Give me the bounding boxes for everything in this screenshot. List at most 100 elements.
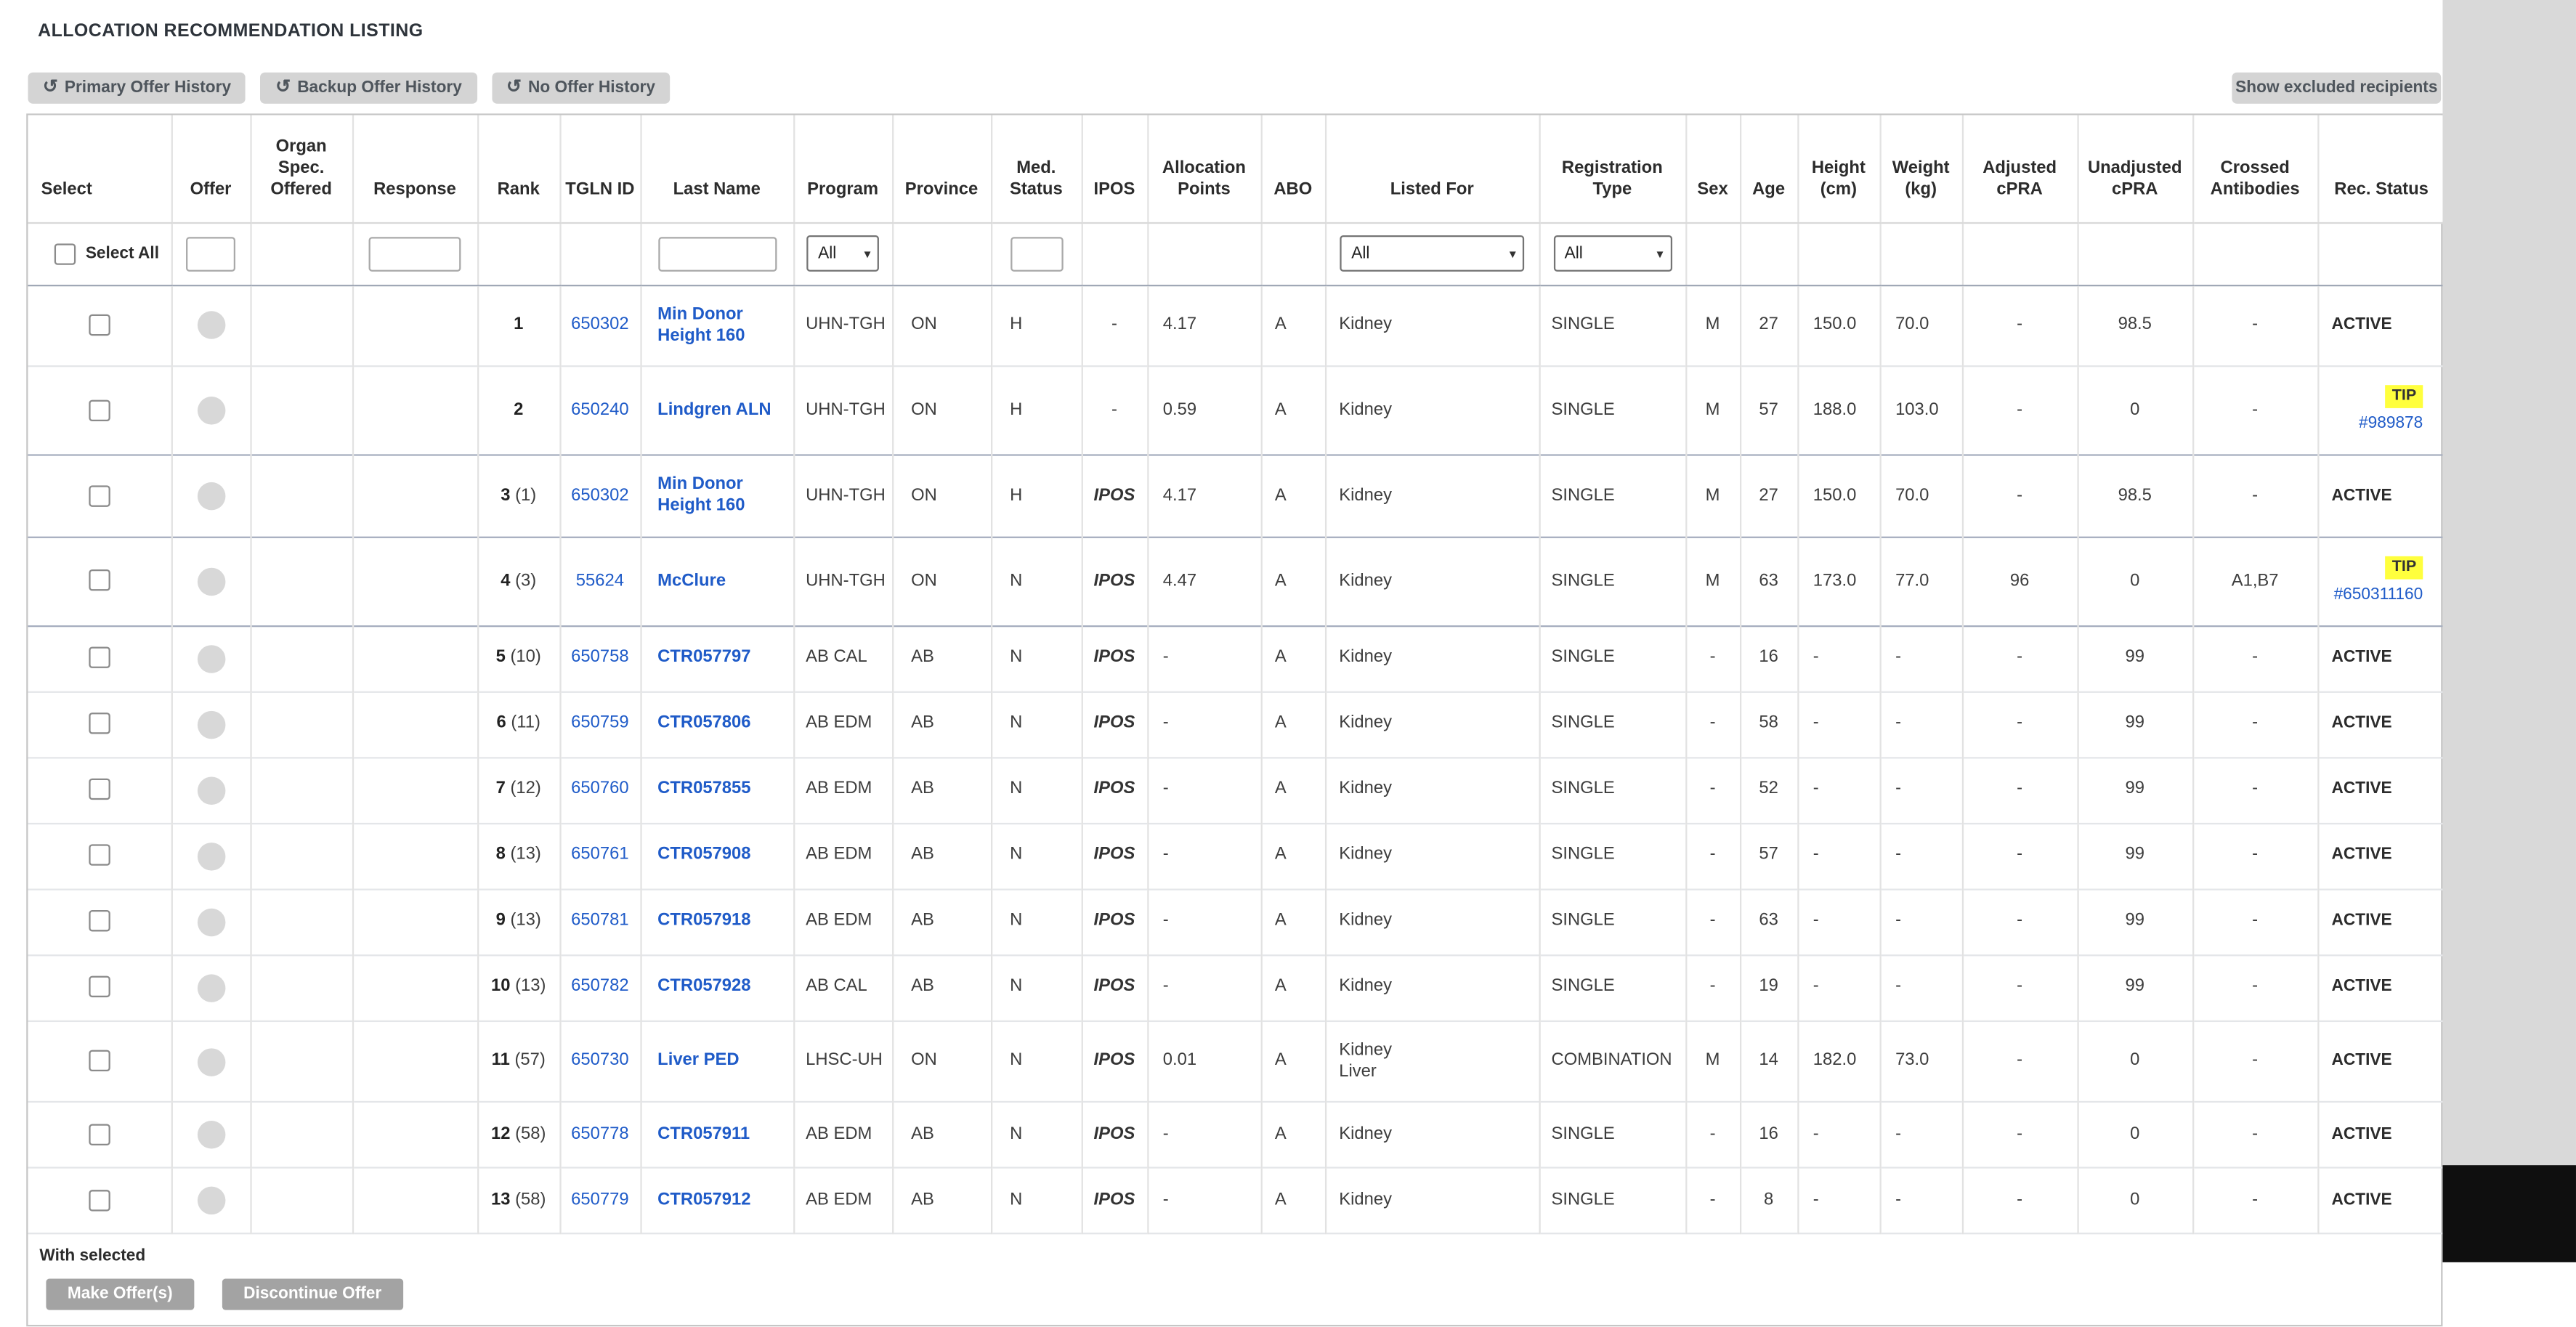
table-row: 2650240Lindgren ALNUHN-TGHONH-0.59AKidne… (28, 367, 2445, 455)
tip-number-link[interactable]: #650311160 (2334, 585, 2423, 606)
row-checkbox[interactable] (89, 779, 110, 800)
filter-row: Select All All▾ All▾ All▾ (28, 222, 2445, 285)
backup-offer-history-button[interactable]: ↺ Backup Offer History (261, 73, 477, 104)
filter-input-med_status[interactable] (1010, 236, 1063, 271)
last-name-link[interactable]: Min Donor Height 160 (657, 474, 745, 516)
cell-med_status: H (991, 367, 1082, 455)
row-checkbox[interactable] (89, 713, 110, 734)
filter-select-registration_type[interactable]: All▾ (1553, 235, 1672, 272)
offer-radio[interactable] (197, 908, 225, 936)
tgln-id-link[interactable]: 650782 (571, 976, 628, 996)
row-checkbox[interactable] (89, 976, 110, 997)
select-all-checkbox[interactable] (54, 243, 76, 264)
offer-radio[interactable] (197, 973, 225, 1002)
with-selected-label: With selected (28, 1249, 2442, 1267)
last-name-link[interactable]: Liver PED (657, 1050, 739, 1070)
last-name-link[interactable]: CTR057918 (657, 911, 750, 930)
filter-input-response[interactable] (369, 236, 461, 271)
offer-radio[interactable] (197, 397, 225, 426)
offer-radio[interactable] (197, 1047, 225, 1076)
tgln-id-link[interactable]: 650302 (571, 485, 628, 505)
filter-select-listed_for[interactable]: All▾ (1340, 235, 1524, 272)
last-name-link[interactable]: CTR057928 (657, 976, 750, 996)
cell-organ_spec (250, 691, 352, 758)
offer-radio[interactable] (197, 482, 225, 511)
last-name-link[interactable]: CTR057806 (657, 713, 750, 733)
column-header-age: Age (1740, 115, 1797, 222)
last-name-link[interactable]: CTR057855 (657, 779, 750, 799)
tgln-id-link[interactable]: 650760 (571, 779, 628, 799)
no-offer-history-button[interactable]: ↺ No Offer History (492, 73, 671, 104)
tgln-id-link[interactable]: 650240 (571, 400, 628, 420)
tgln-id-link[interactable]: 650778 (571, 1124, 628, 1144)
last-name-link[interactable]: CTR057912 (657, 1190, 750, 1210)
filter-input-last_name[interactable] (657, 236, 776, 271)
offer-radio[interactable] (197, 1121, 225, 1150)
row-checkbox[interactable] (89, 314, 110, 336)
tgln-id-link[interactable]: 650781 (571, 911, 628, 930)
last-name-link[interactable]: Lindgren ALN (657, 400, 771, 420)
row-checkbox[interactable] (89, 647, 110, 668)
cell-rank: 3 (1) (477, 455, 559, 537)
cell-last_name: CTR057855 (640, 757, 793, 823)
show-excluded-recipients-button[interactable]: Show excluded recipients (2232, 73, 2441, 104)
filter-cell-rank (477, 222, 559, 285)
cell-unadjusted_cpra: 0 (2077, 537, 2192, 626)
offer-radio[interactable] (197, 842, 225, 870)
cell-select (28, 1020, 171, 1103)
last-name-link[interactable]: Min Donor Height 160 (657, 304, 745, 346)
tgln-id-link[interactable]: 650758 (571, 647, 628, 667)
cell-offer (171, 1169, 251, 1235)
cell-province: AB (892, 1103, 991, 1169)
tgln-id-link[interactable]: 650730 (571, 1050, 628, 1070)
offer-radio[interactable] (197, 312, 225, 340)
tgln-id-link[interactable]: 650761 (571, 845, 628, 864)
cell-height: - (1797, 1103, 1879, 1169)
filter-cell-med_status (991, 222, 1082, 285)
tgln-id-link[interactable]: 650779 (571, 1190, 628, 1210)
filter-input-offer[interactable] (186, 236, 235, 271)
cell-registration_type: SINGLE (1539, 1103, 1686, 1169)
row-checkbox[interactable] (89, 570, 110, 591)
offer-radio[interactable] (197, 776, 225, 805)
filter-cell-rec_status (2317, 222, 2444, 285)
offer-radio[interactable] (197, 567, 225, 596)
offer-radio[interactable] (197, 644, 225, 673)
offer-radio[interactable] (197, 710, 225, 739)
cell-select (28, 823, 171, 889)
cell-tgln_id: 650302 (559, 285, 640, 367)
row-checkbox[interactable] (89, 911, 110, 932)
filter-cell-offer (171, 222, 251, 285)
cell-listed_for: Kidney (1325, 455, 1539, 537)
tgln-id-link[interactable]: 650759 (571, 713, 628, 733)
offer-radio[interactable] (197, 1188, 225, 1216)
row-checkbox[interactable] (89, 1050, 110, 1071)
last-name-link[interactable]: CTR057797 (657, 647, 750, 667)
cell-age: 27 (1740, 455, 1797, 537)
cell-adjusted_cpra: - (1962, 1103, 2078, 1169)
cell-last_name: CTR057918 (640, 889, 793, 955)
column-header-sex: Sex (1685, 115, 1740, 222)
row-checkbox[interactable] (89, 1124, 110, 1145)
cell-height: - (1797, 823, 1879, 889)
tgln-id-link[interactable]: 650302 (571, 314, 628, 334)
cell-unadjusted_cpra: 0 (2077, 1169, 2192, 1235)
row-checkbox[interactable] (89, 845, 110, 866)
filter-select-program[interactable]: All▾ (806, 235, 879, 272)
cell-response (352, 455, 477, 537)
filter-cell-select: Select All (28, 222, 171, 285)
discontinue-offer-button[interactable]: Discontinue Offer (222, 1280, 403, 1311)
row-checkbox[interactable] (89, 399, 110, 421)
last-name-link[interactable]: CTR057908 (657, 845, 750, 864)
cell-height: - (1797, 757, 1879, 823)
row-checkbox[interactable] (89, 1190, 110, 1211)
primary-offer-history-button[interactable]: ↺ Primary Offer History (28, 73, 246, 104)
last-name-link[interactable]: CTR057911 (657, 1124, 750, 1144)
last-name-link[interactable]: McClure (657, 570, 726, 590)
make-offers-button[interactable]: Make Offer(s) (46, 1280, 194, 1311)
row-checkbox[interactable] (89, 485, 110, 506)
column-header-abo: ABO (1261, 115, 1325, 222)
tip-number-link[interactable]: #989878 (2359, 415, 2423, 437)
cell-crossed_antibodies: - (2192, 823, 2317, 889)
tgln-id-link[interactable]: 55624 (576, 570, 624, 590)
